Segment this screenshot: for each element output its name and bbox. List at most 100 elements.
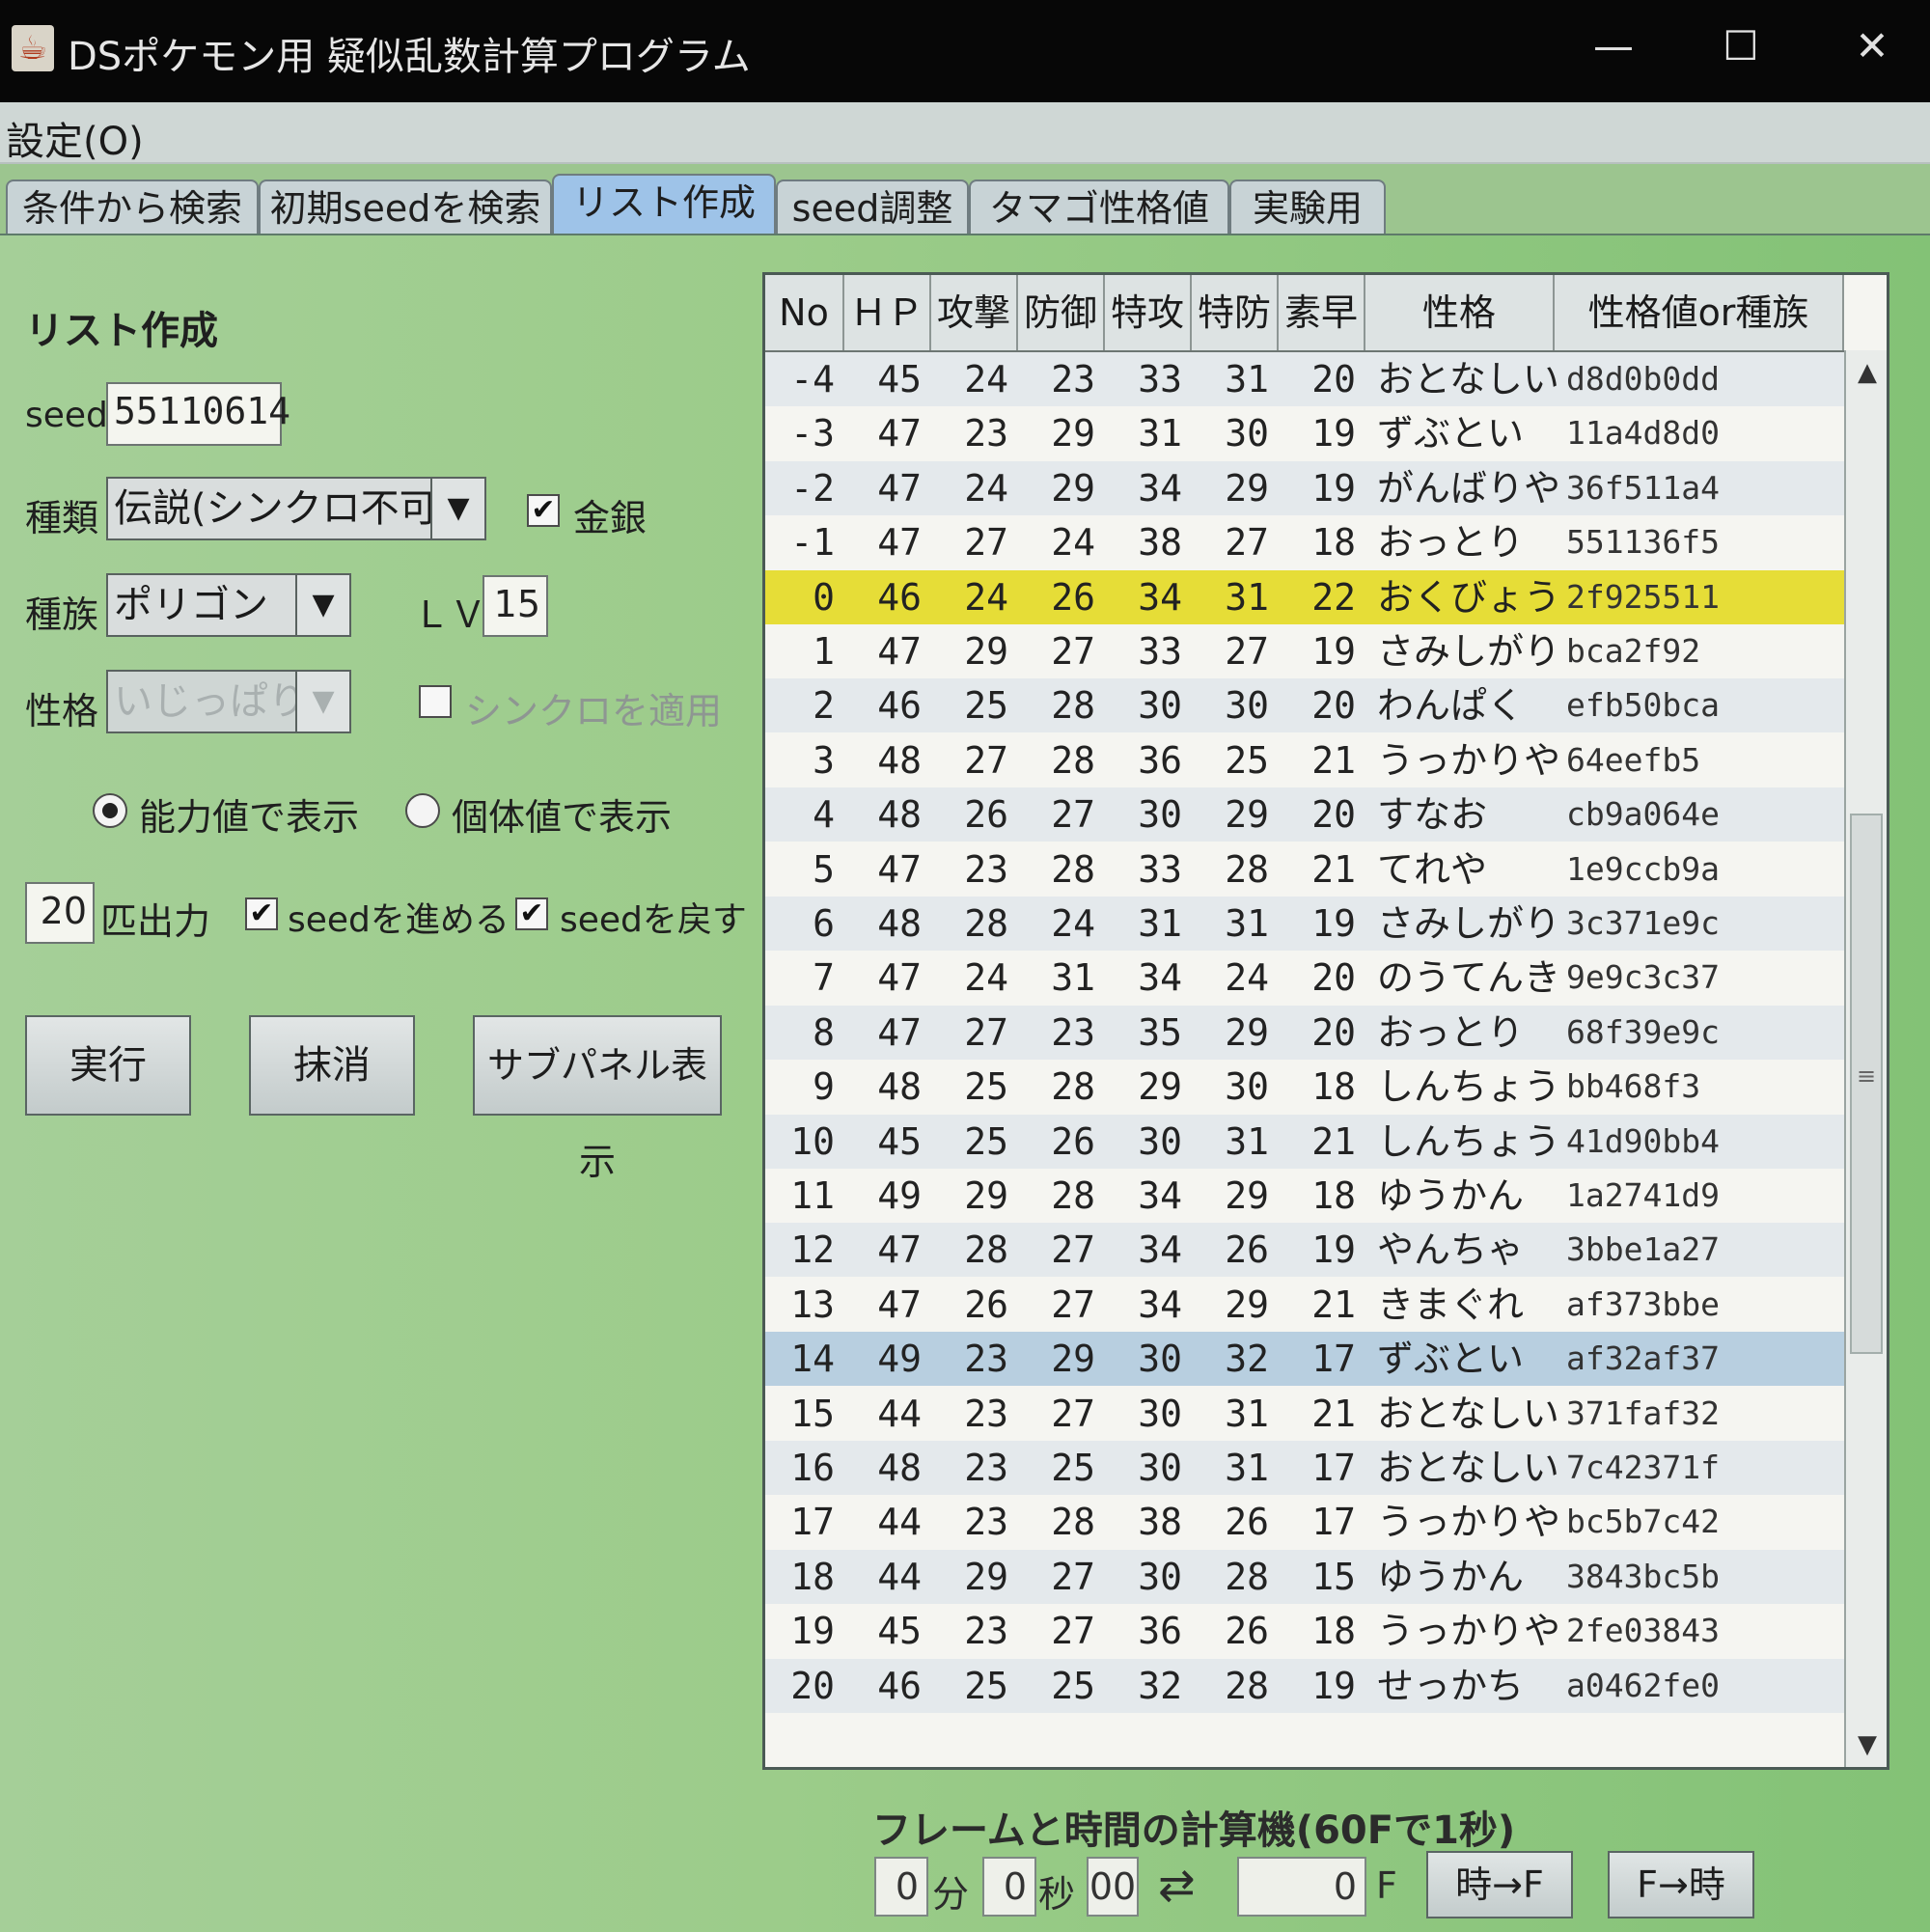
cell-atk: 27 xyxy=(931,733,1008,787)
col-header-no[interactable]: No xyxy=(765,275,844,350)
table-row[interactable]: 13472627342921きまぐれaf373bbe xyxy=(765,1278,1844,1332)
synchro-checkbox[interactable] xyxy=(419,685,452,718)
tab-list-create[interactable]: リスト作成 xyxy=(552,174,776,235)
table-row[interactable]: -2472429342919がんばりや36f511a4 xyxy=(765,461,1844,515)
radio-show-ivs[interactable] xyxy=(405,793,440,828)
table-row[interactable]: 9482528293018しんちょうbb468f3 xyxy=(765,1060,1844,1114)
table-row[interactable]: 3482728362521うっかりや64eefb5 xyxy=(765,733,1844,787)
col-header-spa[interactable]: 特攻 xyxy=(1105,275,1192,350)
col-header-atk[interactable]: 攻撃 xyxy=(931,275,1018,350)
cell-spd: 31 xyxy=(1192,570,1269,624)
table-row[interactable]: -4452423333120おとなしいd8d0b0dd xyxy=(765,352,1844,406)
table-row[interactable]: 17442328382617うっかりやbc5b7c42 xyxy=(765,1495,1844,1549)
table-row[interactable]: -1472724382718おっとり551136f5 xyxy=(765,515,1844,569)
tab-search-initial-seed[interactable]: 初期seedを検索 xyxy=(259,179,552,234)
cell-spd: 30 xyxy=(1192,678,1269,732)
table-row[interactable]: 0462426343122おくびょう2f925511 xyxy=(765,570,1844,624)
scrollbar-thumb[interactable]: ≡ xyxy=(1850,814,1883,1354)
table-row[interactable]: 20462525322819せっかちa0462fe0 xyxy=(765,1659,1844,1713)
frames-input[interactable]: 0 xyxy=(1237,1857,1366,1917)
cell-hp: 48 xyxy=(844,897,922,951)
kingin-checkbox[interactable]: ✔ xyxy=(527,494,560,527)
table-row[interactable]: 6482824313119さみしがり3c371e9c xyxy=(765,897,1844,951)
chevron-down-icon[interactable]: ▼ xyxy=(295,575,349,635)
minimize-button[interactable]: — xyxy=(1575,17,1652,75)
tab-seed-adjust[interactable]: seed調整 xyxy=(776,179,969,234)
count-input[interactable]: 20 xyxy=(25,882,95,944)
col-header-pid[interactable]: 性格値or種族 xyxy=(1555,275,1844,350)
cell-no: 17 xyxy=(765,1495,835,1549)
table-row[interactable]: 19452327362618うっかりや2fe03843 xyxy=(765,1604,1844,1658)
tab-search-conditions[interactable]: 条件から検索 xyxy=(6,179,259,234)
cell-def: 28 xyxy=(1018,1060,1095,1114)
cell-hp: 49 xyxy=(844,1332,922,1386)
scroll-up-icon[interactable]: ▲ xyxy=(1846,350,1889,395)
frame-to-time-button[interactable]: F→時 xyxy=(1608,1851,1754,1918)
cell-pid: 36f511a4 xyxy=(1566,461,1836,515)
centiseconds-input[interactable]: 00 xyxy=(1087,1857,1139,1917)
time-to-frame-button[interactable]: 時→F xyxy=(1426,1851,1573,1918)
table-row[interactable]: 5472328332821てれや1e9ccb9a xyxy=(765,842,1844,897)
table-scrollbar[interactable]: ▲ ≡ ▼ xyxy=(1844,350,1889,1767)
col-header-spd[interactable]: 特防 xyxy=(1192,275,1279,350)
tab-experimental[interactable]: 実験用 xyxy=(1229,179,1386,234)
scroll-down-icon[interactable]: ▼ xyxy=(1846,1723,1889,1767)
kind-select[interactable]: 伝説(シンクロ不可) ▼ xyxy=(106,477,486,540)
col-header-nature[interactable]: 性格 xyxy=(1365,275,1555,350)
cell-nature: わんぱく xyxy=(1377,678,1560,732)
frame-calc-title: フレームと時間の計算機(60Fで1秒) xyxy=(872,1799,1515,1855)
lv-input[interactable]: 15 xyxy=(482,575,548,637)
cell-hp: 47 xyxy=(844,515,922,569)
col-header-spe[interactable]: 素早 xyxy=(1279,275,1365,350)
cell-spe: 22 xyxy=(1279,570,1356,624)
table-row[interactable]: 15442327303121おとなしい371faf32 xyxy=(765,1387,1844,1441)
minutes-input[interactable]: 0 xyxy=(874,1857,928,1917)
chevron-down-icon[interactable]: ▼ xyxy=(295,672,349,731)
cell-atk: 25 xyxy=(931,1060,1008,1114)
tab-egg-pid[interactable]: タマゴ性格値 xyxy=(969,179,1229,234)
col-header-def[interactable]: 防御 xyxy=(1018,275,1105,350)
cell-spe: 20 xyxy=(1279,352,1356,406)
close-button[interactable]: ✕ xyxy=(1834,17,1911,75)
cell-spd: 25 xyxy=(1192,733,1269,787)
cell-hp: 48 xyxy=(844,1060,922,1114)
cell-spa: 34 xyxy=(1105,1223,1182,1277)
cell-no: 16 xyxy=(765,1441,835,1495)
cell-atk: 23 xyxy=(931,1332,1008,1386)
window-title: DSポケモン用 疑似乱数計算プログラム xyxy=(68,25,751,81)
cell-spd: 29 xyxy=(1192,1169,1269,1223)
cell-def: 25 xyxy=(1018,1659,1095,1713)
table-row[interactable]: 1472927332719さみしがりbca2f92 xyxy=(765,624,1844,678)
panel-heading: リスト作成 xyxy=(25,299,218,355)
species-select[interactable]: ポリゴン ▼ xyxy=(106,573,351,637)
table-row[interactable]: 8472723352920おっとり68f39e9c xyxy=(765,1006,1844,1060)
col-header-hp[interactable]: ＨＰ xyxy=(844,275,931,350)
table-row[interactable]: 14492329303217ずぶといaf32af37 xyxy=(765,1332,1844,1386)
cell-spe: 19 xyxy=(1279,897,1356,951)
clear-button[interactable]: 抹消 xyxy=(249,1015,415,1116)
table-row[interactable]: 10452526303121しんちょう41d90bb4 xyxy=(765,1115,1844,1169)
table-row[interactable]: 11492928342918ゆうかん1a2741d9 xyxy=(765,1169,1844,1223)
run-button[interactable]: 実行 xyxy=(25,1015,191,1116)
table-row[interactable]: 2462528303020わんぱくefb50bca xyxy=(765,678,1844,732)
cell-spe: 15 xyxy=(1279,1550,1356,1604)
radio-show-stats[interactable] xyxy=(93,793,127,828)
seed-advance-checkbox[interactable]: ✔ xyxy=(245,897,278,930)
table-row[interactable]: 16482325303117おとなしい7c42371f xyxy=(765,1441,1844,1495)
tab-bar: 条件から検索 初期seedを検索 リスト作成 seed調整 タマゴ性格値 実験用 xyxy=(0,174,1930,234)
table-row[interactable]: -3472329313019ずぶとい11a4d8d0 xyxy=(765,406,1844,460)
seed-input[interactable]: 55110614 xyxy=(106,382,282,446)
menu-settings[interactable]: 設定(O) xyxy=(6,110,144,166)
seconds-input[interactable]: 0 xyxy=(982,1857,1036,1917)
table-row[interactable]: 4482627302920すなおcb9a064e xyxy=(765,787,1844,842)
nature-select[interactable]: いじっぱり ▼ xyxy=(106,670,351,733)
species-label: 種族 xyxy=(25,585,98,638)
cell-spe: 19 xyxy=(1279,1223,1356,1277)
table-row[interactable]: 7472431342420のうてんき9e9c3c37 xyxy=(765,951,1844,1005)
table-row[interactable]: 18442927302815ゆうかん3843bc5b xyxy=(765,1550,1844,1604)
seed-back-checkbox[interactable]: ✔ xyxy=(515,897,548,930)
table-row[interactable]: 12472827342619やんちゃ3bbe1a27 xyxy=(765,1223,1844,1277)
chevron-down-icon[interactable]: ▼ xyxy=(430,479,484,538)
subpanel-button[interactable]: サブパネル表示 xyxy=(473,1015,722,1116)
maximize-button[interactable]: ☐ xyxy=(1702,17,1779,75)
